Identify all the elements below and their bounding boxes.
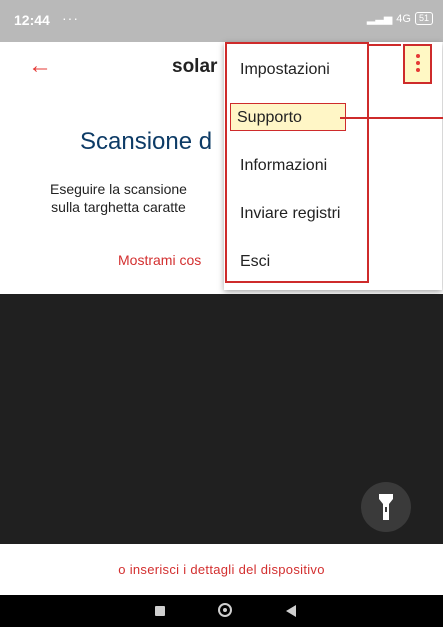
bottom-bar: o inserisci i dettagli del dispositivo [0, 545, 443, 595]
annotation-line [368, 44, 401, 46]
recents-icon[interactable] [155, 606, 165, 616]
scan-description: Eseguire la scansione sulla targhetta ca… [50, 180, 187, 216]
camera-viewfinder [0, 294, 443, 544]
show-me-link[interactable]: Mostrami cos [118, 252, 201, 268]
description-line-1: Eseguire la scansione [50, 181, 187, 197]
status-right: ▂▃▅ 4G 51 [367, 12, 433, 25]
network-label: 4G [396, 12, 411, 25]
status-bar: 12:44 ··· ▂▃▅ 4G 51 [0, 0, 443, 42]
app-title: solar [172, 56, 218, 77]
menu-item-inviare-registri[interactable]: Inviare registri [224, 190, 442, 238]
menu-item-label: Esci [240, 253, 271, 270]
menu-item-esci[interactable]: Esci [224, 238, 442, 286]
nav-back-icon[interactable] [286, 605, 296, 617]
status-time: 12:44 [14, 12, 50, 28]
battery-icon: 51 [414, 12, 433, 25]
manual-entry-link[interactable]: o inserisci i dettagli del dispositivo [0, 562, 443, 577]
kebab-dots [416, 54, 420, 75]
system-nav-bar [0, 595, 443, 627]
menu-item-label: Supporto [230, 103, 346, 131]
arrow-left-icon[interactable]: ← [28, 52, 56, 80]
flashlight-button[interactable] [361, 482, 411, 532]
signal-icon: ▂▃▅ [366, 13, 393, 25]
description-line-2: sulla targhetta caratte [51, 199, 186, 215]
page-title: Scansione d [80, 128, 213, 155]
status-indicators: ··· [62, 10, 79, 26]
menu-item-informazioni[interactable]: Informazioni [224, 142, 442, 190]
home-icon[interactable] [218, 603, 232, 617]
menu-item-label: Inviare registri [240, 205, 341, 222]
annotation-line [340, 117, 443, 119]
more-vert-icon[interactable] [403, 44, 432, 84]
menu-item-label: Impostazioni [240, 61, 330, 78]
flashlight-icon [379, 494, 393, 520]
menu-item-label: Informazioni [240, 157, 328, 174]
